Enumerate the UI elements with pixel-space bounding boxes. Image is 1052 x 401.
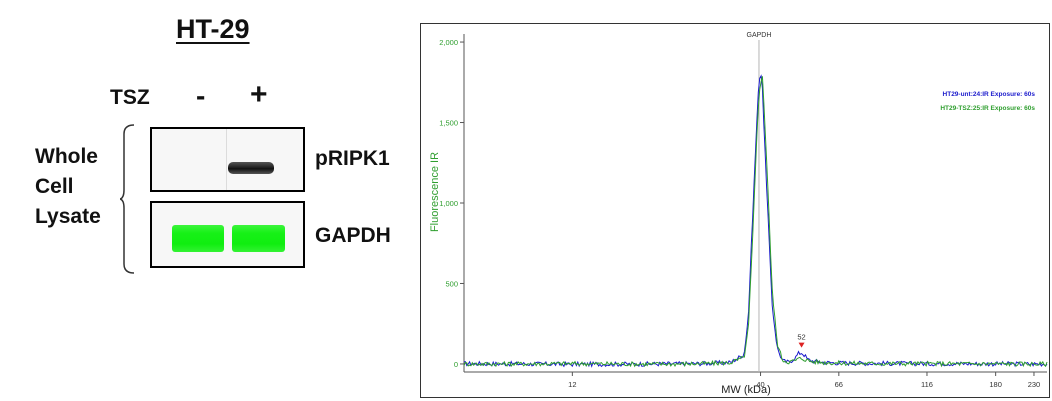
cell-line-title: HT-29 xyxy=(176,14,250,44)
x-tick-label: 180 xyxy=(989,380,1002,389)
series-line-2 xyxy=(463,76,1048,368)
sample-label-line-3: Lysate xyxy=(35,205,101,228)
chart-svg: 05001,0001,5002,00012 40 66 116 180 230GAPDHH… xyxy=(429,32,1048,396)
x-tick-label: 230 xyxy=(1028,380,1041,389)
x-tick-label: 66 xyxy=(835,380,843,389)
y-tick-label: 500 xyxy=(445,279,458,288)
x-tick-label: 12 xyxy=(568,380,576,389)
gapdh-blot-image xyxy=(150,201,305,268)
annotation-marker xyxy=(798,342,805,348)
pripk1-blot-image xyxy=(150,127,305,192)
legend-entry-2: HT29-TSZ:25:IR Exposure: 60s xyxy=(940,105,1035,112)
y-tick-label: 1,500 xyxy=(439,119,458,128)
legend-entry-1: HT29-unt:24:IR Exposure: 60s xyxy=(943,91,1036,98)
lane-divider xyxy=(226,129,227,190)
treatment-label: TSZ xyxy=(110,86,150,109)
plot-area: 05001,0001,5002,00012 40 66 116 180 230GAPDHH… xyxy=(439,32,1048,389)
lane-minus-label: - xyxy=(196,80,206,111)
gapdh-band-lane-1 xyxy=(172,225,224,252)
sample-label: Whole Cell Lysate xyxy=(35,142,125,232)
target-label-pripk1: pRIPK1 xyxy=(315,147,390,170)
sample-bracket xyxy=(120,124,135,274)
blot-panel: HT-29 TSZ - + Whole Cell Lysate pRIPK1 G… xyxy=(0,0,410,401)
y-tick-label: 0 xyxy=(454,360,458,369)
lane-plus-label: + xyxy=(250,78,268,111)
peak-marker-label: GAPDH xyxy=(747,32,772,39)
electropherogram-chart: 0 500 1,000 1,500 2,000 12 40 66 116 180 230 GAPDH H… xyxy=(420,23,1050,398)
y-tick-label: 2,000 xyxy=(439,38,458,47)
y-axis-label: Fluorescence IR xyxy=(429,152,441,232)
x-tick-label: 116 xyxy=(921,380,933,389)
annotation-label: 52 xyxy=(797,333,805,342)
gapdh-band-lane-2 xyxy=(232,225,285,252)
series-line-1 xyxy=(463,74,1048,368)
sample-label-line-1: Whole xyxy=(35,145,98,168)
x-axis-label: MW (kDa) xyxy=(721,384,771,396)
target-label-gapdh: GAPDH xyxy=(315,224,391,247)
sample-label-line-2: Cell xyxy=(35,175,74,198)
y-tick-label: 1,000 xyxy=(439,199,458,208)
pripk1-band-lane-2 xyxy=(228,162,274,174)
